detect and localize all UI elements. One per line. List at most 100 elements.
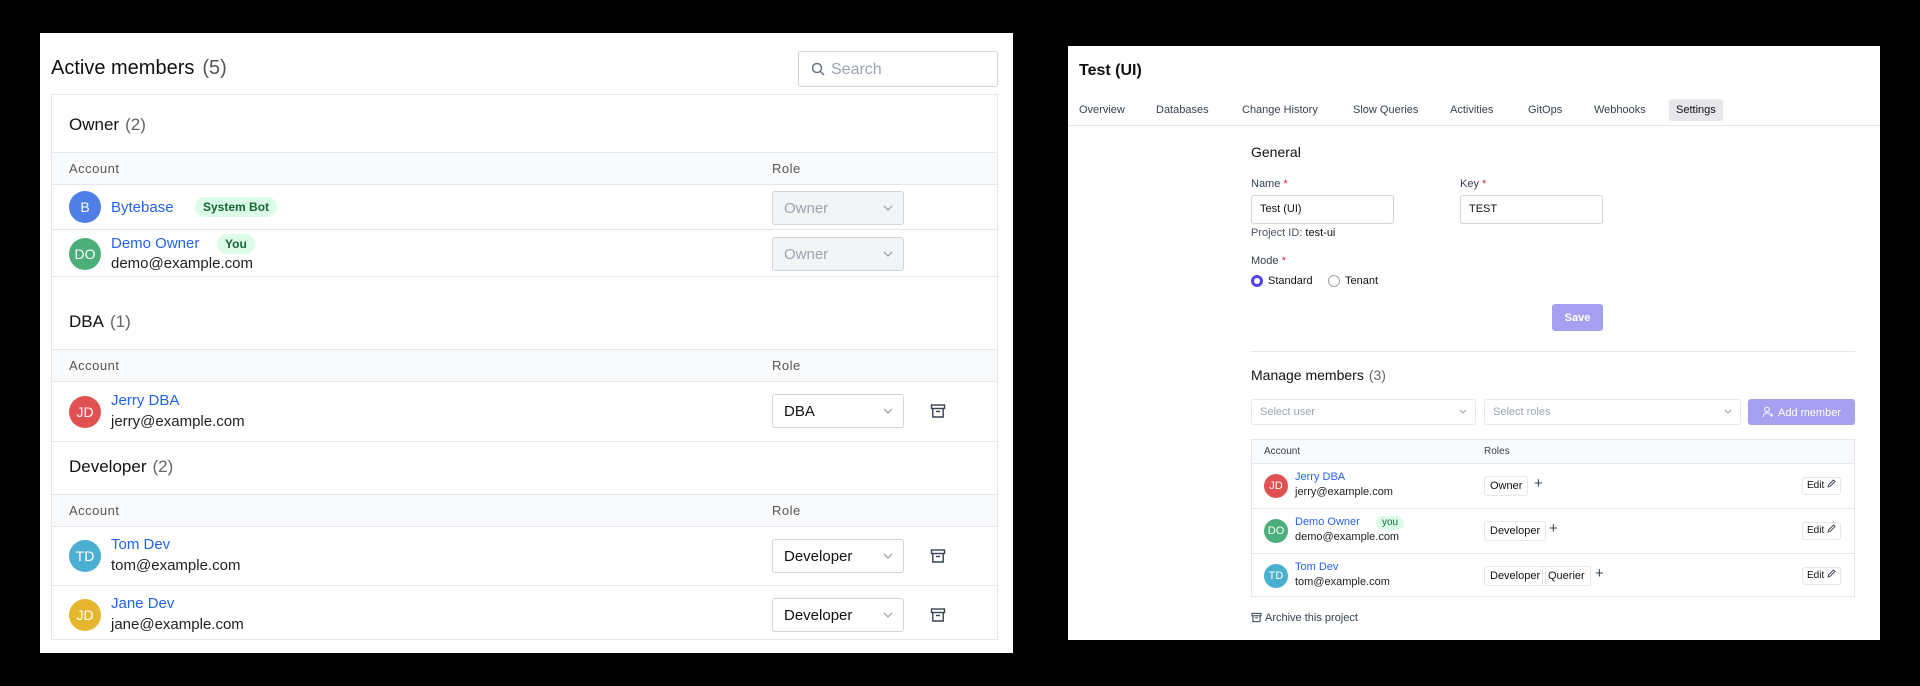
- member-name-link[interactable]: Jane Dev: [111, 595, 174, 612]
- project-key-input[interactable]: TEST: [1460, 195, 1603, 224]
- project-id-value: test-ui: [1305, 227, 1336, 239]
- role-select[interactable]: DBA: [772, 394, 904, 428]
- member-name-link[interactable]: Jerry DBA: [1295, 471, 1345, 483]
- edit-label: Edit: [1807, 570, 1825, 581]
- select-roles-dropdown[interactable]: Select roles: [1484, 399, 1741, 425]
- search-icon: [811, 62, 825, 76]
- you-badge: You: [217, 234, 255, 254]
- column-account: Account: [1264, 446, 1301, 457]
- archive-icon: [1251, 612, 1262, 623]
- member-name-link[interactable]: Bytebase: [111, 199, 174, 216]
- member-email: tom@example.com: [1295, 576, 1390, 588]
- avatar: DO: [69, 238, 101, 270]
- column-role: Role: [772, 358, 801, 373]
- general-heading: General: [1251, 144, 1301, 160]
- archive-icon[interactable]: [930, 607, 946, 623]
- active-members-panel: Active members (5) Owner (2) Account Role B…: [40, 33, 1013, 653]
- add-member-label: Add member: [1778, 406, 1841, 419]
- group-count: (1): [109, 312, 131, 331]
- table-row: JD Jane Dev jane@example.com Developer: [52, 586, 997, 640]
- role-select[interactable]: Owner: [772, 191, 904, 225]
- column-role: Role: [772, 161, 801, 176]
- member-name-link[interactable]: Tom Dev: [111, 536, 170, 553]
- chevron-down-icon: [1724, 409, 1732, 414]
- table-row: JD Jerry DBA jerry@example.com Owner + E…: [1252, 464, 1854, 509]
- archive-icon[interactable]: [930, 403, 946, 419]
- role-chip: Querier: [1542, 566, 1591, 586]
- role-chip: Developer: [1484, 566, 1547, 586]
- save-button[interactable]: Save: [1552, 304, 1603, 331]
- member-name-link[interactable]: Tom Dev: [1295, 561, 1338, 573]
- select-user-dropdown[interactable]: Select user: [1251, 399, 1476, 425]
- search-input[interactable]: [831, 59, 991, 81]
- member-search[interactable]: [798, 51, 998, 87]
- divider: [1251, 351, 1855, 352]
- name-label-text: Name: [1251, 178, 1281, 190]
- add-member-button[interactable]: Add member: [1748, 399, 1855, 425]
- table-row: DO Demo Owner You demo@example.com Owner: [52, 230, 997, 277]
- mode-label-text: Mode: [1251, 255, 1279, 267]
- chevron-down-icon: [883, 205, 893, 211]
- project-settings-panel: Test (UI) Overview Databases Change Hist…: [1068, 46, 1880, 640]
- group-count: (2): [152, 457, 174, 476]
- active-members-heading: Active members (5): [51, 57, 227, 80]
- avatar: JD: [1264, 474, 1288, 498]
- member-email: demo@example.com: [111, 255, 253, 272]
- group-title-owner: Owner (2): [69, 115, 146, 135]
- manage-members-title: Manage members: [1251, 367, 1364, 383]
- member-email: jane@example.com: [111, 616, 244, 633]
- role-select[interactable]: Owner: [772, 237, 904, 271]
- required-mark: *: [1283, 178, 1288, 190]
- archive-label: Archive this project: [1265, 612, 1358, 624]
- avatar: DO: [1264, 519, 1288, 543]
- manage-members-count: (3): [1368, 367, 1386, 383]
- edit-button[interactable]: Edit: [1802, 567, 1842, 585]
- tab-slow-queries[interactable]: Slow Queries: [1346, 99, 1425, 121]
- tab-databases[interactable]: Databases: [1149, 99, 1216, 121]
- you-badge: you: [1376, 516, 1405, 530]
- role-select[interactable]: Developer: [772, 598, 904, 632]
- role-chip: Owner: [1484, 476, 1529, 496]
- project-id-label: Project ID:: [1251, 227, 1303, 239]
- project-tabs: Overview Databases Change History Slow Q…: [1068, 96, 1880, 126]
- add-role-icon[interactable]: +: [1534, 475, 1543, 492]
- tab-activities[interactable]: Activities: [1443, 99, 1500, 121]
- member-email: tom@example.com: [111, 557, 241, 574]
- member-name-link[interactable]: Jerry DBA: [111, 392, 179, 409]
- chevron-down-icon: [883, 251, 893, 257]
- role-select[interactable]: Developer: [772, 539, 904, 573]
- key-label: Key *: [1460, 178, 1486, 190]
- tab-webhooks[interactable]: Webhooks: [1587, 99, 1653, 121]
- edit-button[interactable]: Edit: [1802, 477, 1842, 495]
- mode-tenant-radio[interactable]: [1328, 275, 1340, 287]
- tab-gitops[interactable]: GitOps: [1521, 99, 1569, 121]
- member-email: demo@example.com: [1295, 531, 1400, 543]
- chevron-down-icon: [1459, 409, 1467, 414]
- mode-tenant-label: Tenant: [1345, 275, 1379, 287]
- project-name-input[interactable]: Test (UI): [1251, 195, 1394, 224]
- active-members-count: (5): [202, 57, 227, 79]
- page-title: Test (UI): [1079, 62, 1142, 79]
- add-role-icon[interactable]: +: [1549, 520, 1558, 537]
- project-id: Project ID: test-ui: [1251, 227, 1335, 239]
- group-name: Owner: [69, 115, 120, 134]
- mode-standard-radio[interactable]: [1251, 275, 1263, 287]
- edit-button[interactable]: Edit: [1802, 522, 1842, 540]
- tab-overview[interactable]: Overview: [1072, 99, 1132, 121]
- archive-icon[interactable]: [930, 548, 946, 564]
- members-table: Owner (2) Account Role B Bytebase System B…: [51, 94, 998, 640]
- chevron-down-icon: [883, 612, 893, 618]
- column-account: Account: [69, 161, 120, 176]
- manage-members-heading: Manage members (3): [1251, 367, 1386, 383]
- key-label-text: Key: [1460, 178, 1479, 190]
- system-bot-badge: System Bot: [195, 197, 278, 217]
- member-email: jerry@example.com: [1295, 486, 1393, 498]
- edit-icon: [1827, 524, 1836, 533]
- tab-change-history[interactable]: Change History: [1235, 99, 1325, 121]
- members-table: Account Roles JD Jerry DBA jerry@example…: [1251, 439, 1855, 597]
- tab-settings[interactable]: Settings: [1669, 99, 1723, 121]
- archive-project-link[interactable]: Archive this project: [1251, 612, 1358, 624]
- add-role-icon[interactable]: +: [1595, 565, 1604, 582]
- member-name-link[interactable]: Demo Owner: [111, 235, 199, 252]
- member-name-link[interactable]: Demo Owner: [1295, 516, 1360, 528]
